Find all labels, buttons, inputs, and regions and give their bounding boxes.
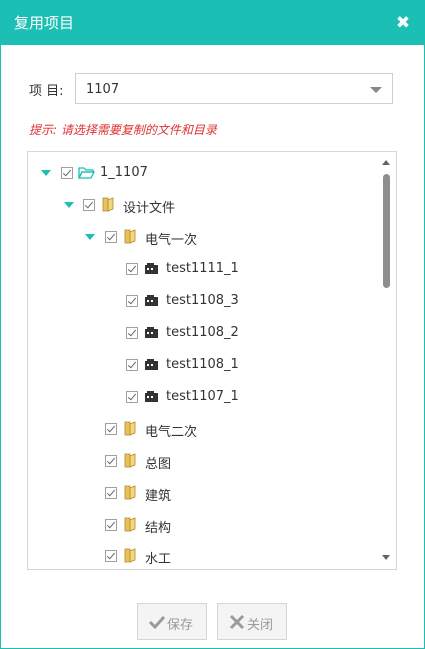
folder-icon	[124, 485, 136, 500]
folder-icon	[124, 453, 136, 468]
tree-row-file[interactable]: test1108_2	[28, 322, 378, 344]
tree-checkbox[interactable]	[105, 550, 117, 562]
scroll-down-arrow-icon[interactable]	[382, 555, 390, 560]
project-select[interactable]: 1107	[75, 73, 393, 104]
folder-icon	[124, 229, 136, 244]
tree-checkbox[interactable]	[126, 359, 138, 371]
tree-label: test1111_1	[166, 261, 239, 276]
tree-label: 电气一次	[145, 233, 198, 248]
close-icon[interactable]: ✖	[392, 12, 414, 34]
tree-checkbox[interactable]	[126, 295, 138, 307]
tree-row-file[interactable]: test1107_1	[28, 386, 378, 408]
tree-label: test1108_2	[166, 325, 239, 340]
tree-checkbox[interactable]	[126, 263, 138, 275]
tree-label: test1108_1	[166, 357, 239, 372]
folder-icon	[124, 421, 136, 436]
file-icon	[145, 391, 158, 402]
expand-toggle-icon[interactable]	[64, 202, 74, 208]
project-select-value: 1107	[86, 82, 120, 97]
tree-label: 1_1107	[100, 165, 148, 180]
tree-row-folder[interactable]: 设计文件	[28, 194, 378, 216]
scrollbar-thumb[interactable]	[383, 174, 390, 288]
tree-label: 总图	[145, 457, 172, 472]
scroll-up-arrow-icon[interactable]	[382, 160, 390, 165]
tree-checkbox[interactable]	[105, 423, 117, 435]
tree-label: 结构	[145, 521, 172, 536]
dialog-titlebar: 复用项目 ✖	[1, 1, 424, 45]
tree-label: test1107_1	[166, 389, 239, 404]
tip-text: 提示: 请选择需要复制的文件和目录	[29, 123, 217, 137]
folder-open-icon	[78, 167, 95, 179]
tree-label: 建筑	[145, 489, 172, 504]
copy-project-dialog: 复用项目 ✖ 项 目: 1107 提示: 请选择需要复制的文件和目录 1_110…	[0, 0, 425, 649]
file-tree: 1_1107 设计文件 电气一次 test1111_1 test1108_3 t…	[27, 151, 397, 570]
tree-label: 设计文件	[123, 201, 176, 216]
chevron-down-icon[interactable]	[370, 87, 382, 93]
tree-checkbox[interactable]	[105, 231, 117, 243]
folder-icon	[124, 548, 136, 563]
tree-checkbox[interactable]	[126, 327, 138, 339]
close-x-icon	[229, 614, 245, 630]
save-button[interactable]: 保存	[137, 603, 207, 640]
tree-row-folder[interactable]: 结构	[28, 514, 378, 536]
folder-icon	[124, 517, 136, 532]
tree-row-folder[interactable]: 水工	[28, 545, 378, 567]
tree-row-file[interactable]: test1108_3	[28, 290, 378, 312]
project-label: 项 目:	[29, 84, 64, 99]
tree-row-file[interactable]: test1111_1	[28, 258, 378, 280]
tree-label: test1108_3	[166, 293, 239, 308]
tree-row-root[interactable]: 1_1107	[28, 162, 378, 184]
folder-icon	[102, 197, 114, 212]
tree-checkbox[interactable]	[83, 199, 95, 211]
tree-label: 电气二次	[145, 425, 198, 440]
save-button-label: 保存	[167, 618, 194, 633]
tree-row-folder[interactable]: 电气一次	[28, 226, 378, 248]
tree-checkbox[interactable]	[105, 519, 117, 531]
close-button-label: 关闭	[247, 618, 274, 633]
file-icon	[145, 263, 158, 274]
close-button[interactable]: 关闭	[217, 603, 287, 640]
file-icon	[145, 359, 158, 370]
tree-row-file[interactable]: test1108_1	[28, 354, 378, 376]
expand-toggle-icon[interactable]	[85, 234, 95, 240]
dialog-title: 复用项目	[14, 14, 75, 32]
expand-toggle-icon[interactable]	[41, 170, 51, 176]
tree-row-folder[interactable]: 总图	[28, 450, 378, 472]
tree-row-folder[interactable]: 电气二次	[28, 418, 378, 440]
tree-checkbox[interactable]	[126, 391, 138, 403]
file-icon	[145, 327, 158, 338]
tree-checkbox[interactable]	[105, 455, 117, 467]
tree-checkbox[interactable]	[105, 487, 117, 499]
tree-checkbox[interactable]	[61, 167, 73, 179]
tree-row-folder[interactable]: 建筑	[28, 482, 378, 504]
file-icon	[145, 295, 158, 306]
tree-label: 水工	[145, 552, 172, 567]
check-icon	[149, 615, 165, 630]
